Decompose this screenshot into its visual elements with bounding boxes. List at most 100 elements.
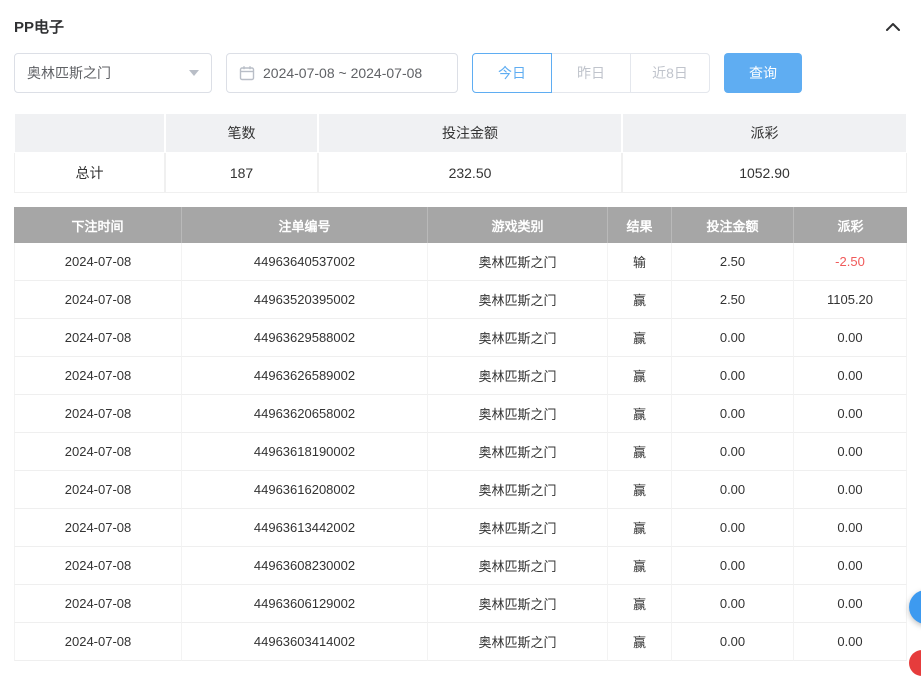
order-id-cell: 44963603414002 [182,623,428,661]
result-cell: 赢 [608,281,672,319]
bet-amount-cell: 2.50 [672,243,794,281]
payout-cell: 0.00 [794,319,907,357]
header-bet-time: 下注时间 [14,207,182,243]
summary-header-count: 笔数 [165,113,318,153]
summary-header-bet: 投注金额 [318,113,622,153]
game-type-cell: 奥林匹斯之门 [428,319,608,357]
quick-range-today-label: 今日 [498,63,526,83]
result-cell: 赢 [608,357,672,395]
chevron-down-icon [189,70,199,76]
records-table-body: 2024-07-0844963640537002奥林匹斯之门输2.50-2.50… [14,243,907,661]
bet-amount-cell: 2.50 [672,281,794,319]
floating-promo-button[interactable] [909,650,921,676]
payout-cell: 0.00 [794,547,907,585]
game-type-cell: 奥林匹斯之门 [428,281,608,319]
summary-total-bet: 232.50 [318,153,622,193]
floating-service-button[interactable] [909,590,921,624]
payout-cell: 0.00 [794,433,907,471]
table-row: 2024-07-0844963616208002奥林匹斯之门赢0.000.00 [14,471,907,509]
table-row: 2024-07-0844963520395002奥林匹斯之门赢2.501105.… [14,281,907,319]
table-row: 2024-07-0844963613442002奥林匹斯之门赢0.000.00 [14,509,907,547]
quick-range-today-button[interactable]: 今日 [472,53,552,93]
collapse-panel-button[interactable] [885,22,901,32]
order-id-cell: 44963626589002 [182,357,428,395]
bet-amount-cell: 0.00 [672,471,794,509]
order-id-cell: 44963608230002 [182,547,428,585]
payout-cell: 1105.20 [794,281,907,319]
order-id-cell: 44963616208002 [182,471,428,509]
quick-range-last8days-label: 近8日 [652,63,688,83]
header-result: 结果 [608,207,672,243]
game-type-cell: 奥林匹斯之门 [428,509,608,547]
bet-time-cell: 2024-07-08 [14,509,182,547]
summary-total-count: 187 [165,153,318,193]
bet-time-cell: 2024-07-08 [14,395,182,433]
result-cell: 赢 [608,433,672,471]
game-type-cell: 奥林匹斯之门 [428,547,608,585]
quick-range-group: 今日 昨日 近8日 [472,53,710,93]
summary-total-payout: 1052.90 [622,153,907,193]
quick-range-yesterday-button[interactable]: 昨日 [551,53,631,93]
records-table-header: 下注时间 注单编号 游戏类别 结果 投注金额 派彩 [14,207,907,243]
result-cell: 赢 [608,471,672,509]
filter-bar: 奥林匹斯之门 2024-07-08 ~ 2024-07-08 今日 昨日 近8日… [0,49,921,93]
records-table: 下注时间 注单编号 游戏类别 结果 投注金额 派彩 2024-07-084496… [14,207,907,661]
table-row: 2024-07-0844963620658002奥林匹斯之门赢0.000.00 [14,395,907,433]
panel-header: PP电子 [0,0,921,49]
bet-time-cell: 2024-07-08 [14,623,182,661]
table-row: 2024-07-0844963618190002奥林匹斯之门赢0.000.00 [14,433,907,471]
quick-range-yesterday-label: 昨日 [577,63,605,83]
game-type-cell: 奥林匹斯之门 [428,433,608,471]
order-id-cell: 44963620658002 [182,395,428,433]
bet-amount-cell: 0.00 [672,357,794,395]
header-game-type: 游戏类别 [428,207,608,243]
result-cell: 赢 [608,319,672,357]
table-row: 2024-07-0844963629588002奥林匹斯之门赢0.000.00 [14,319,907,357]
payout-cell: 0.00 [794,509,907,547]
search-button[interactable]: 查询 [724,53,802,93]
bet-time-cell: 2024-07-08 [14,547,182,585]
table-row: 2024-07-0844963603414002奥林匹斯之门赢0.000.00 [14,623,907,661]
chevron-up-icon [885,22,901,32]
table-row: 2024-07-0844963640537002奥林匹斯之门输2.50-2.50 [14,243,907,281]
date-range-value: 2024-07-08 ~ 2024-07-08 [263,65,422,81]
payout-cell: 0.00 [794,471,907,509]
result-cell: 赢 [608,585,672,623]
summary-total-label: 总计 [14,153,165,193]
payout-cell: 0.00 [794,395,907,433]
bet-amount-cell: 0.00 [672,623,794,661]
game-type-cell: 奥林匹斯之门 [428,243,608,281]
game-select[interactable]: 奥林匹斯之门 [14,53,212,93]
quick-range-last8days-button[interactable]: 近8日 [630,53,710,93]
summary-header-blank [14,113,165,153]
game-type-cell: 奥林匹斯之门 [428,395,608,433]
bet-amount-cell: 0.00 [672,395,794,433]
table-row: 2024-07-0844963608230002奥林匹斯之门赢0.000.00 [14,547,907,585]
payout-cell: 0.00 [794,623,907,661]
bet-amount-cell: 0.00 [672,433,794,471]
calendar-icon [239,65,255,81]
result-cell: 赢 [608,509,672,547]
bet-time-cell: 2024-07-08 [14,357,182,395]
game-select-value: 奥林匹斯之门 [27,63,111,83]
table-row: 2024-07-0844963626589002奥林匹斯之门赢0.000.00 [14,357,907,395]
game-type-cell: 奥林匹斯之门 [428,585,608,623]
game-type-cell: 奥林匹斯之门 [428,471,608,509]
bet-amount-cell: 0.00 [672,585,794,623]
bet-time-cell: 2024-07-08 [14,243,182,281]
bet-time-cell: 2024-07-08 [14,433,182,471]
order-id-cell: 44963618190002 [182,433,428,471]
order-id-cell: 44963520395002 [182,281,428,319]
header-bet-amount: 投注金额 [672,207,794,243]
game-type-cell: 奥林匹斯之门 [428,357,608,395]
result-cell: 赢 [608,623,672,661]
date-range-input[interactable]: 2024-07-08 ~ 2024-07-08 [226,53,458,93]
payout-cell: -2.50 [794,243,907,281]
bet-amount-cell: 0.00 [672,319,794,357]
summary-table: 笔数 投注金额 派彩 总计 187 232.50 1052.90 [14,113,907,193]
order-id-cell: 44963613442002 [182,509,428,547]
payout-cell: 0.00 [794,585,907,623]
header-payout: 派彩 [794,207,907,243]
bet-amount-cell: 0.00 [672,547,794,585]
result-cell: 赢 [608,395,672,433]
